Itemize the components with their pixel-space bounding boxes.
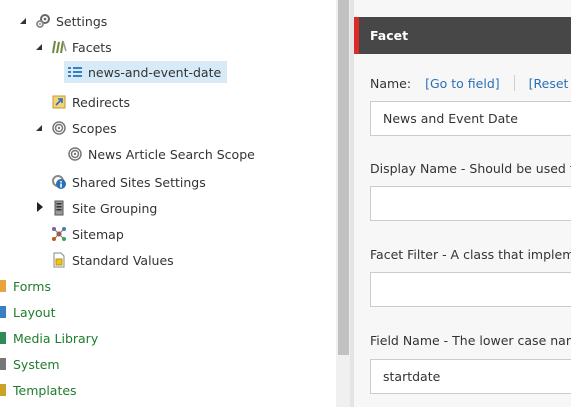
name-field[interactable]: News and Event Date <box>370 101 571 136</box>
tree-item-label: Site Grouping <box>72 200 158 216</box>
item-editor: Facet Name: [Go to field] [Reset Fie New… <box>354 0 571 407</box>
scope-icon <box>51 120 67 136</box>
tree-item-news-and-event-date[interactable]: news-and-event-date <box>64 61 228 83</box>
tree-item-label: Media Library <box>13 330 99 346</box>
shared-sites-icon <box>51 174 67 190</box>
tree-item-scopes[interactable]: Scopes <box>51 117 117 139</box>
tree-scrollbar-thumb[interactable] <box>338 0 349 355</box>
tree-item-shared-sites-settings[interactable]: Shared Sites Settings <box>51 171 206 193</box>
name-label: Name: <box>370 75 412 91</box>
section-title: Facet <box>370 28 409 43</box>
link-separator <box>513 75 515 91</box>
tree-item-label: Layout <box>13 304 56 320</box>
tree-item-news-article-search-scope[interactable]: News Article Search Scope <box>67 143 255 165</box>
redirect-icon <box>51 94 67 110</box>
collapse-toggle-scopes[interactable] <box>34 123 44 133</box>
tree-item-system[interactable]: System <box>0 353 60 375</box>
tree-item-redirects[interactable]: Redirects <box>51 91 130 113</box>
tree-item-templates[interactable]: Templates <box>0 379 77 401</box>
display-name-label: Display Name - Should be used for a <box>370 161 571 176</box>
templates-icon <box>0 382 8 398</box>
tree-item-label: Facets <box>72 39 112 55</box>
facets-icon <box>51 39 67 55</box>
scope-icon <box>67 146 83 162</box>
tree-item-label: Forms <box>13 278 52 294</box>
server-icon <box>51 200 67 216</box>
field-name-label: Field Name - The lower case name o <box>370 333 571 348</box>
media-library-icon <box>0 330 8 346</box>
tree-item-site-grouping[interactable]: Site Grouping <box>51 197 157 219</box>
collapse-toggle-settings[interactable] <box>18 16 28 26</box>
tree-item-label: Sitemap <box>72 226 124 242</box>
list-settings-icon <box>67 64 83 80</box>
standard-values-icon <box>51 252 67 268</box>
system-icon <box>0 356 8 372</box>
facet-filter-field[interactable] <box>370 272 571 307</box>
tree-item-layout[interactable]: Layout <box>0 301 56 323</box>
facet-filter-label: Facet Filter - A class that implements <box>370 247 571 262</box>
section-header-facet[interactable]: Facet <box>354 17 571 54</box>
reset-field-link[interactable]: [Reset Fie <box>529 76 571 91</box>
tree-item-label: Scopes <box>72 120 117 136</box>
tree-item-label: Shared Sites Settings <box>72 174 206 190</box>
field-name-field[interactable]: startdate <box>370 359 571 394</box>
tree-item-settings[interactable]: Settings <box>35 10 107 32</box>
content-tree: Settings Facets news-and-event-date Redi… <box>0 0 336 407</box>
tree-item-sitemap[interactable]: Sitemap <box>51 223 124 245</box>
layout-icon <box>0 304 8 320</box>
expand-toggle-site-grouping[interactable] <box>35 202 45 212</box>
name-row: Name: [Go to field] [Reset Fie <box>370 74 571 92</box>
go-to-field-link[interactable]: [Go to field] <box>425 76 500 91</box>
display-name-field[interactable] <box>370 186 571 221</box>
tree-item-forms[interactable]: Forms <box>0 275 51 297</box>
tree-item-label: news-and-event-date <box>88 64 222 80</box>
gears-icon <box>35 13 51 29</box>
tree-item-label: Templates <box>13 382 77 398</box>
forms-icon <box>0 278 8 294</box>
tree-item-media-library[interactable]: Media Library <box>0 327 98 349</box>
collapse-toggle-facets[interactable] <box>34 42 44 52</box>
tree-item-label: Standard Values <box>72 252 174 268</box>
sitemap-icon <box>51 226 67 242</box>
tree-item-label: System <box>13 356 60 372</box>
tree-item-standard-values[interactable]: Standard Values <box>51 249 174 271</box>
tree-item-label: Settings <box>56 13 108 29</box>
tree-item-label: News Article Search Scope <box>88 146 255 162</box>
tree-item-facets[interactable]: Facets <box>51 36 112 58</box>
tree-item-label: Redirects <box>72 94 131 110</box>
